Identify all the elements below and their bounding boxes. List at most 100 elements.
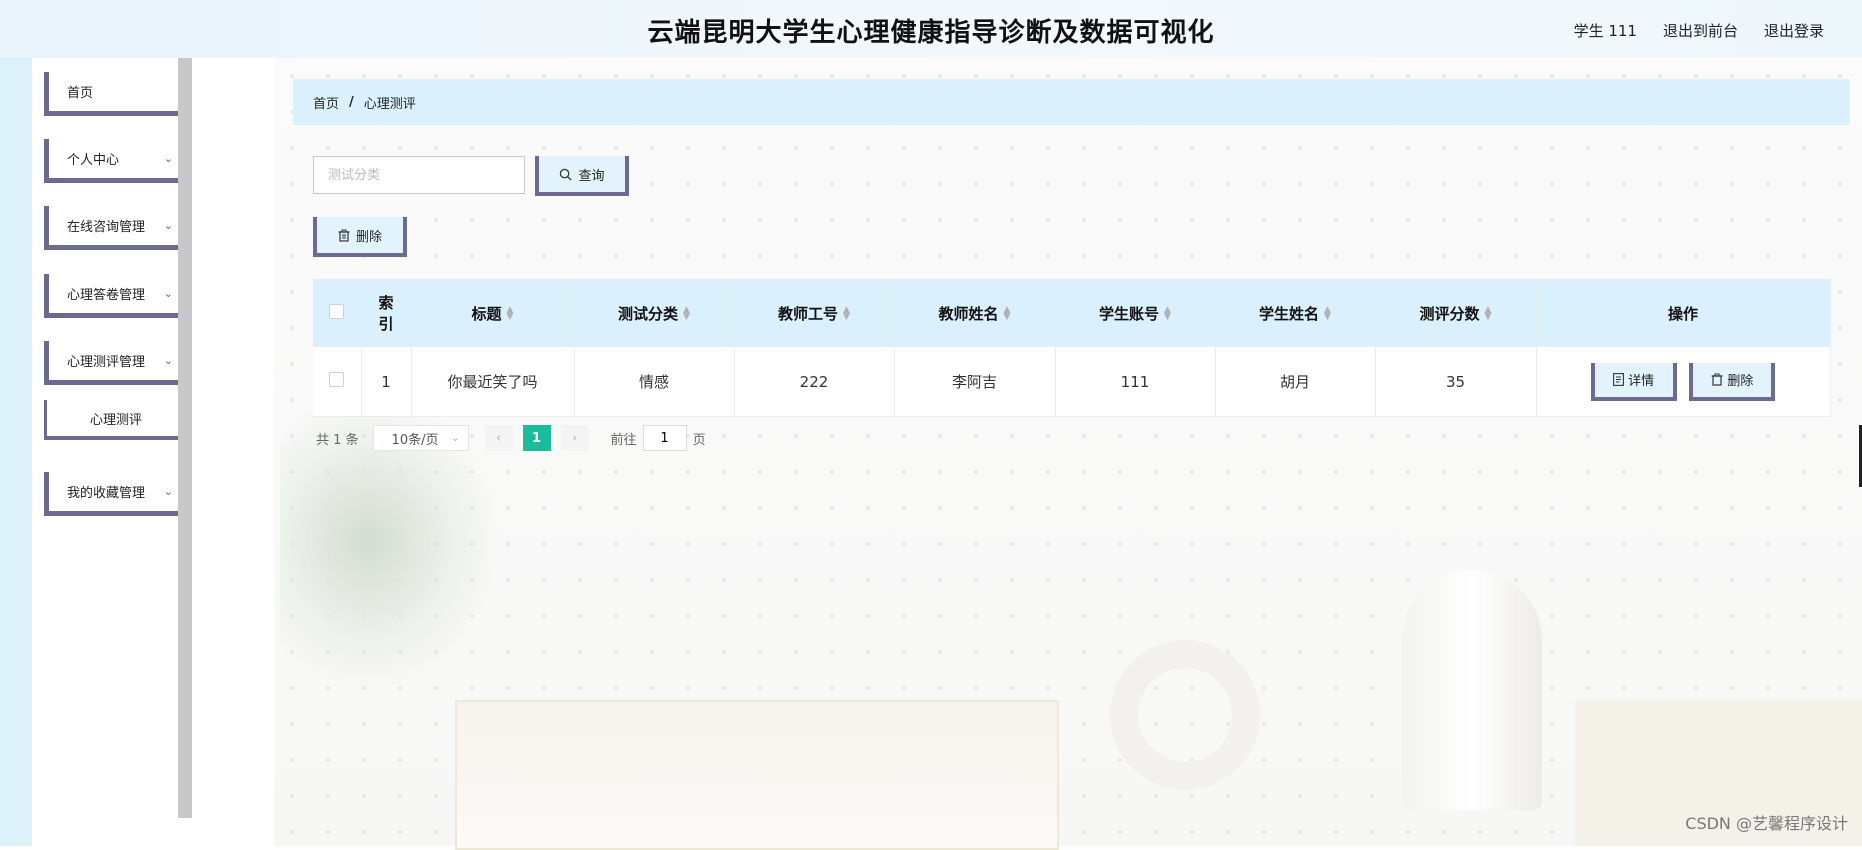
breadcrumb-current: 心理测评 bbox=[363, 96, 416, 112]
cell-student-name: 胡月 bbox=[1215, 347, 1376, 417]
sort-icon[interactable]: ▲ ▼ bbox=[1485, 306, 1492, 322]
header-index: 索引 bbox=[361, 279, 412, 347]
sidebar-scrollbar[interactable] bbox=[178, 58, 192, 818]
category-search-input[interactable] bbox=[313, 156, 525, 194]
row-select-cell bbox=[313, 347, 362, 417]
search-icon bbox=[560, 168, 573, 181]
chevron-down-icon: ⌄ bbox=[163, 152, 173, 165]
breadcrumb-home[interactable]: 首页 bbox=[313, 93, 339, 112]
detail-button-label: 详情 bbox=[1628, 374, 1655, 389]
sidebar-item-favorites[interactable]: 我的收藏管理 ⌄ bbox=[44, 472, 188, 516]
sort-icon[interactable]: ▲ ▼ bbox=[843, 306, 850, 322]
header-index-line2: 引 bbox=[378, 315, 394, 333]
cell-title: 你最近笑了吗 bbox=[411, 347, 575, 417]
sort-icon[interactable]: ▲ ▼ bbox=[683, 306, 690, 322]
header-score[interactable]: 测评分数 ▲ ▼ bbox=[1375, 279, 1537, 347]
select-all-checkbox[interactable] bbox=[329, 303, 345, 319]
decorative-cylinder bbox=[1402, 570, 1542, 810]
page-size-select[interactable]: 10条/页 ⌄ bbox=[372, 425, 469, 451]
header-student-name[interactable]: 学生姓名 ▲ ▼ bbox=[1215, 279, 1376, 347]
chevron-down-icon: ⌄ bbox=[163, 219, 173, 232]
decorative-ring bbox=[1110, 640, 1260, 790]
goto-prefix: 前往 bbox=[610, 432, 637, 448]
sidebar-item-label: 心理答卷管理 bbox=[67, 288, 146, 303]
header-title-label: 标题 bbox=[471, 304, 502, 323]
header-links: 学生 111 退出到前台 退出登录 bbox=[1574, 20, 1824, 41]
sidebar-item-answer-sheets[interactable]: 心理答卷管理 ⌄ bbox=[44, 274, 188, 318]
chevron-down-icon: ⌄ bbox=[451, 432, 460, 444]
cell-score: 35 bbox=[1375, 347, 1537, 417]
header-index-line1: 索 bbox=[378, 294, 394, 312]
sort-icon[interactable]: ▲ ▼ bbox=[1324, 306, 1331, 322]
current-user: 学生 111 bbox=[1573, 22, 1637, 40]
sidebar: 首页 个人中心 ⌄ 在线咨询管理 ⌄ 心理答卷管理 ⌄ 心理测评管理 ⌄ 心理测… bbox=[32, 58, 188, 846]
sidebar-subitem-label: 心理测评 bbox=[89, 412, 142, 428]
header-teacher-name[interactable]: 教师姓名 ▲ ▼ bbox=[894, 279, 1056, 347]
breadcrumb: 首页 / 心理测评 bbox=[293, 79, 1850, 125]
header-category[interactable]: 测试分类 ▲ ▼ bbox=[574, 279, 735, 347]
logout-link[interactable]: 退出登录 bbox=[1764, 20, 1824, 41]
sort-icon[interactable]: ▲ ▼ bbox=[1164, 306, 1171, 322]
header-category-label: 测试分类 bbox=[618, 304, 679, 323]
document-icon bbox=[1613, 373, 1625, 386]
sidebar-item-label: 我的收藏管理 bbox=[67, 486, 146, 501]
cell-student-account: 111 bbox=[1055, 347, 1216, 417]
watermark: CSDN @艺馨程序设计 bbox=[1685, 814, 1848, 833]
sidebar-item-personal-center[interactable]: 个人中心 ⌄ bbox=[44, 139, 188, 183]
header-teacher-name-label: 教师姓名 bbox=[938, 304, 999, 323]
row-checkbox[interactable] bbox=[329, 372, 345, 387]
sort-icon[interactable]: ▲ ▼ bbox=[1004, 306, 1011, 322]
sidebar-item-assessment-management[interactable]: 心理测评管理 ⌄ bbox=[44, 341, 188, 385]
page-number-button[interactable]: 1 bbox=[522, 425, 551, 451]
table-header-row: 索引 标题 ▲ ▼ 测试分类 ▲ ▼ 教师工号 ▲ ▼ 教师姓名 ▲ ▼ 学生账号 ▲ ▼ 学生姓名… bbox=[313, 279, 1831, 347]
select-all-cell bbox=[313, 279, 362, 347]
cell-teacher-id: 222 bbox=[734, 347, 895, 417]
table-row: 1 你最近笑了吗 情感 222 李阿吉 111 胡月 35 详情 删除 bbox=[313, 347, 1831, 417]
sort-icon[interactable]: ▲ ▼ bbox=[507, 306, 514, 322]
goto-page-input[interactable] bbox=[642, 425, 687, 451]
header-actions: 操作 bbox=[1536, 279, 1831, 347]
chevron-down-icon: ⌄ bbox=[163, 354, 173, 367]
header-title[interactable]: 标题 ▲ ▼ bbox=[411, 279, 575, 347]
bulk-delete-label: 删除 bbox=[355, 229, 382, 245]
header-score-label: 测评分数 bbox=[1419, 304, 1480, 323]
bulk-delete-button[interactable]: 删除 bbox=[313, 217, 407, 257]
sidebar-left-strip bbox=[0, 58, 32, 846]
cell-category: 情感 bbox=[574, 347, 735, 417]
sidebar-item-label: 首页 bbox=[67, 86, 94, 101]
breadcrumb-separator: / bbox=[349, 94, 354, 110]
sidebar-item-label: 在线咨询管理 bbox=[67, 220, 146, 235]
trash-icon bbox=[1711, 373, 1723, 386]
pagination-total: 共 1 条 bbox=[316, 432, 359, 448]
sidebar-item-home[interactable]: 首页 bbox=[44, 72, 188, 116]
header-teacher-id[interactable]: 教师工号 ▲ ▼ bbox=[734, 279, 895, 347]
exit-to-front-link[interactable]: 退出到前台 bbox=[1663, 20, 1738, 41]
chevron-down-icon: ⌄ bbox=[163, 485, 173, 498]
cell-index: 1 bbox=[361, 347, 412, 417]
decorative-box bbox=[455, 700, 1059, 850]
search-button[interactable]: 查询 bbox=[535, 156, 629, 196]
detail-button[interactable]: 详情 bbox=[1590, 362, 1677, 401]
row-delete-button[interactable]: 删除 bbox=[1689, 362, 1776, 401]
next-page-button[interactable]: › bbox=[560, 425, 589, 451]
header-student-account-label: 学生账号 bbox=[1099, 304, 1160, 323]
header-student-account[interactable]: 学生账号 ▲ ▼ bbox=[1055, 279, 1216, 347]
trash-icon bbox=[338, 229, 350, 242]
header-student-name-label: 学生姓名 bbox=[1259, 304, 1320, 323]
search-button-label: 查询 bbox=[578, 168, 605, 184]
pagination: 共 1 条 10条/页 ⌄ ‹ 1 › 前往 页 bbox=[316, 425, 706, 451]
assessment-table: 索引 标题 ▲ ▼ 测试分类 ▲ ▼ 教师工号 ▲ ▼ 教师姓名 ▲ ▼ 学生账号 ▲ ▼ 学生姓名… bbox=[313, 279, 1831, 417]
goto-suffix: 页 bbox=[692, 432, 706, 448]
sidebar-item-label: 个人中心 bbox=[67, 153, 120, 168]
sidebar-item-online-consultation[interactable]: 在线咨询管理 ⌄ bbox=[44, 206, 188, 250]
chevron-left-icon: ‹ bbox=[495, 430, 502, 446]
cell-actions: 详情 删除 bbox=[1536, 347, 1831, 417]
chevron-right-icon: › bbox=[571, 430, 578, 446]
chevron-down-icon: ⌄ bbox=[163, 287, 173, 300]
page-size-value: 10条/页 bbox=[391, 432, 439, 448]
prev-page-button[interactable]: ‹ bbox=[484, 425, 513, 451]
row-delete-label: 删除 bbox=[1727, 374, 1754, 389]
sidebar-subitem-assessment[interactable]: 心理测评 bbox=[44, 400, 188, 440]
cell-teacher-name: 李阿吉 bbox=[894, 347, 1056, 417]
sidebar-item-label: 心理测评管理 bbox=[67, 355, 146, 370]
